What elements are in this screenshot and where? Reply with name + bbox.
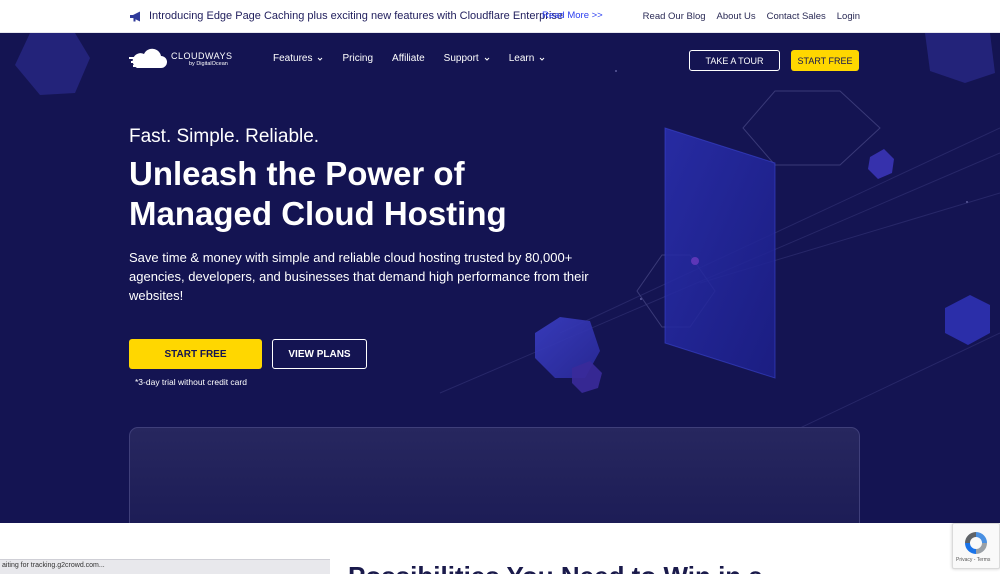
hero-headline-line-1: Unleash the Power of [129, 155, 465, 192]
hero-description: Save time & money with simple and reliab… [129, 250, 589, 303]
status-text: aiting for tracking.g2crowd.com... [2, 562, 105, 569]
nav-item-label: Learn [508, 53, 535, 64]
announcement-text: Introducing Edge Page Caching plus excit… [149, 10, 563, 22]
start-free-button[interactable]: START FREE [129, 339, 262, 369]
section-heading: Possibilities You Need to Win in a [348, 561, 763, 574]
take-a-tour-button[interactable]: TAKE A TOUR [689, 50, 780, 71]
hero-media-panel [129, 427, 860, 523]
recaptcha-badge[interactable]: Privacy - Terms [952, 523, 1000, 569]
logo-sub-text: by DigitalOcean [189, 60, 228, 67]
hero-section: CLOUDWAYS by DigitalOcean Features Prici… [0, 33, 1000, 523]
nav-item-affiliate[interactable]: Affiliate [392, 53, 425, 64]
header-start-free-button[interactable]: START FREE [791, 50, 859, 71]
about-us-link[interactable]: About Us [717, 11, 756, 22]
logo-brand-text: CLOUDWAYS [171, 50, 233, 61]
contact-sales-link[interactable]: Contact Sales [767, 11, 826, 22]
recaptcha-icon [965, 532, 987, 554]
hero-headline-line-2: Managed Cloud Hosting [129, 195, 507, 232]
read-more-link[interactable]: Read More >> [542, 10, 603, 21]
browser-status-bar: aiting for tracking.g2crowd.com... [0, 559, 330, 574]
login-link[interactable]: Login [837, 11, 860, 22]
top-links: Read Our Blog About Us Contact Sales Log… [643, 11, 860, 22]
nav-item-label: Support [443, 53, 479, 64]
recaptcha-text: Privacy - Terms [956, 557, 991, 563]
nav-item-pricing[interactable]: Pricing [342, 53, 373, 64]
nav-item-label: Affiliate [392, 53, 425, 64]
view-plans-button[interactable]: VIEW PLANS [272, 339, 367, 369]
announcement-bar: Introducing Edge Page Caching plus excit… [0, 0, 1000, 33]
read-our-blog-link[interactable]: Read Our Blog [643, 11, 706, 22]
chevron-down-icon [539, 57, 545, 61]
chevron-down-icon [484, 57, 490, 61]
main-nav: Features Pricing Affiliate Support Learn [273, 53, 545, 64]
megaphone-icon [130, 11, 140, 22]
chevron-down-icon [318, 57, 323, 61]
cloudways-logo[interactable]: CLOUDWAYS by DigitalOcean [129, 48, 233, 70]
nav-item-features[interactable]: Features [273, 53, 323, 64]
nav-item-learn[interactable]: Learn [509, 53, 546, 64]
nav-item-label: Features [273, 53, 313, 64]
hero-tagline: Fast. Simple. Reliable. [129, 126, 320, 147]
cloud-logo-icon [129, 48, 167, 68]
nav-item-label: Pricing [342, 53, 374, 64]
trial-note: *3-day trial without credit card [135, 377, 247, 387]
hero-headline: Unleash the Power of Managed Cloud Hosti… [129, 154, 507, 234]
nav-item-support[interactable]: Support [444, 53, 490, 64]
